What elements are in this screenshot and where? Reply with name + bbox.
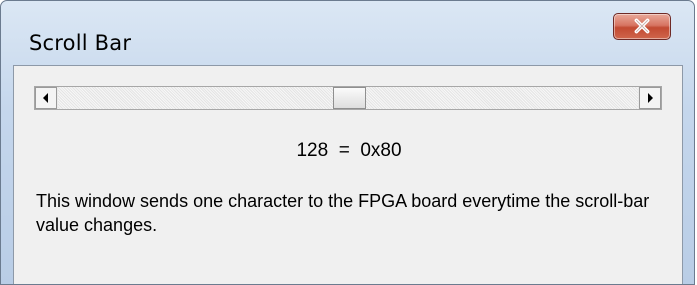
scroll-right-button[interactable]	[639, 87, 661, 109]
horizontal-scrollbar[interactable]	[34, 86, 662, 110]
description-text: This window sends one character to the F…	[36, 191, 650, 235]
scroll-bar-window: Scroll Bar 128 = 0x80 This window sends …	[0, 0, 695, 285]
right-arrow-icon	[648, 93, 653, 103]
window-title: Scroll Bar	[29, 31, 132, 55]
title-bar[interactable]: Scroll Bar	[1, 1, 694, 65]
scroll-thumb[interactable]	[332, 87, 366, 109]
close-icon	[634, 18, 650, 34]
left-arrow-icon	[43, 93, 48, 103]
scroll-left-button[interactable]	[35, 87, 57, 109]
close-button[interactable]	[613, 13, 671, 40]
value-readout: 128 = 0x80	[296, 140, 402, 161]
client-area: 128 = 0x80 This window sends one charact…	[13, 65, 683, 284]
